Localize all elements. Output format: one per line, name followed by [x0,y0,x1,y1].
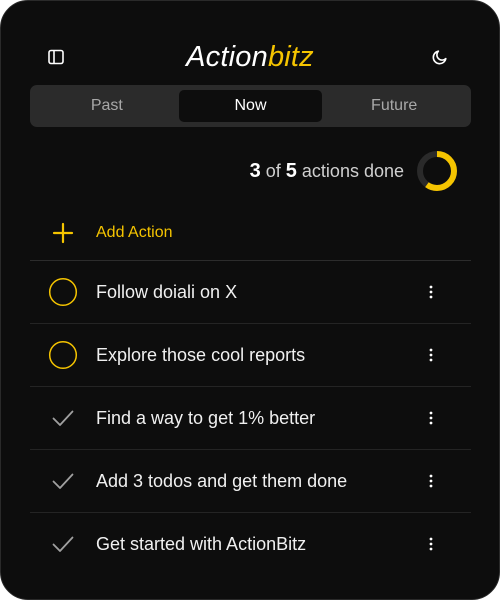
more-options-button[interactable] [419,277,443,307]
app-window: Actionbitz Past Now Future 3 of 5 action… [0,0,500,600]
progress-suffix: actions done [301,160,404,181]
more-options-button[interactable] [419,466,443,496]
status-toggle[interactable] [30,532,96,556]
action-text: Add 3 todos and get them done [96,470,348,491]
action-text: Explore those cool reports [96,344,306,365]
add-action-icon-wrap [30,222,96,244]
empty-circle-icon [48,277,78,307]
more-options-button[interactable] [419,340,443,370]
vertical-dots-icon [429,411,433,425]
action-text: Get started with ActionBitz [96,533,307,554]
status-toggle[interactable] [30,406,96,430]
action-item: Follow doiali on X [30,261,471,324]
status-toggle[interactable] [30,469,96,493]
add-action-button[interactable]: Add Action [30,204,471,261]
add-action-label: Add Action [96,223,173,241]
action-item: Add 3 todos and get them done [30,450,471,513]
plus-icon [52,222,74,243]
logo-part-action: Action [186,41,268,73]
vertical-dots-icon [429,285,433,299]
checkmark-icon [52,473,74,489]
total-count: 5 [285,159,297,182]
status-toggle[interactable] [30,277,96,307]
header: Actionbitz [1,31,499,83]
status-toggle[interactable] [30,340,96,370]
action-text: Find a way to get 1% better [96,407,316,428]
more-options-button[interactable] [419,529,443,559]
vertical-dots-icon [429,537,433,551]
action-item: Find a way to get 1% better [30,387,471,450]
action-item: Explore those cool reports [30,324,471,387]
progress-summary: 3 of 5 actions done [250,149,459,193]
action-text: Follow doiali on X [96,281,238,302]
tab-past[interactable]: Past [35,90,179,122]
more-options-button[interactable] [419,403,443,433]
tab-now[interactable]: Now [178,90,323,122]
vertical-dots-icon [429,348,433,362]
tab-future[interactable]: Future [322,90,466,122]
theme-toggle-button[interactable] [423,40,457,74]
empty-circle-icon [48,340,78,370]
logo-part-bitz: bitz [267,41,314,73]
action-list: Follow doiali on X Explore those cool re… [30,261,471,575]
progress-ring [417,151,457,191]
vertical-dots-icon [429,474,433,488]
time-tabs: Past Now Future [30,85,471,127]
of-text: of [265,160,281,181]
checkmark-icon [52,410,74,426]
moon-icon [432,50,447,65]
progress-text: 3 of 5 actions done [250,160,404,183]
done-count: 3 [249,159,261,182]
checkmark-icon [52,536,74,552]
action-item: Get started with ActionBitz [30,513,471,575]
